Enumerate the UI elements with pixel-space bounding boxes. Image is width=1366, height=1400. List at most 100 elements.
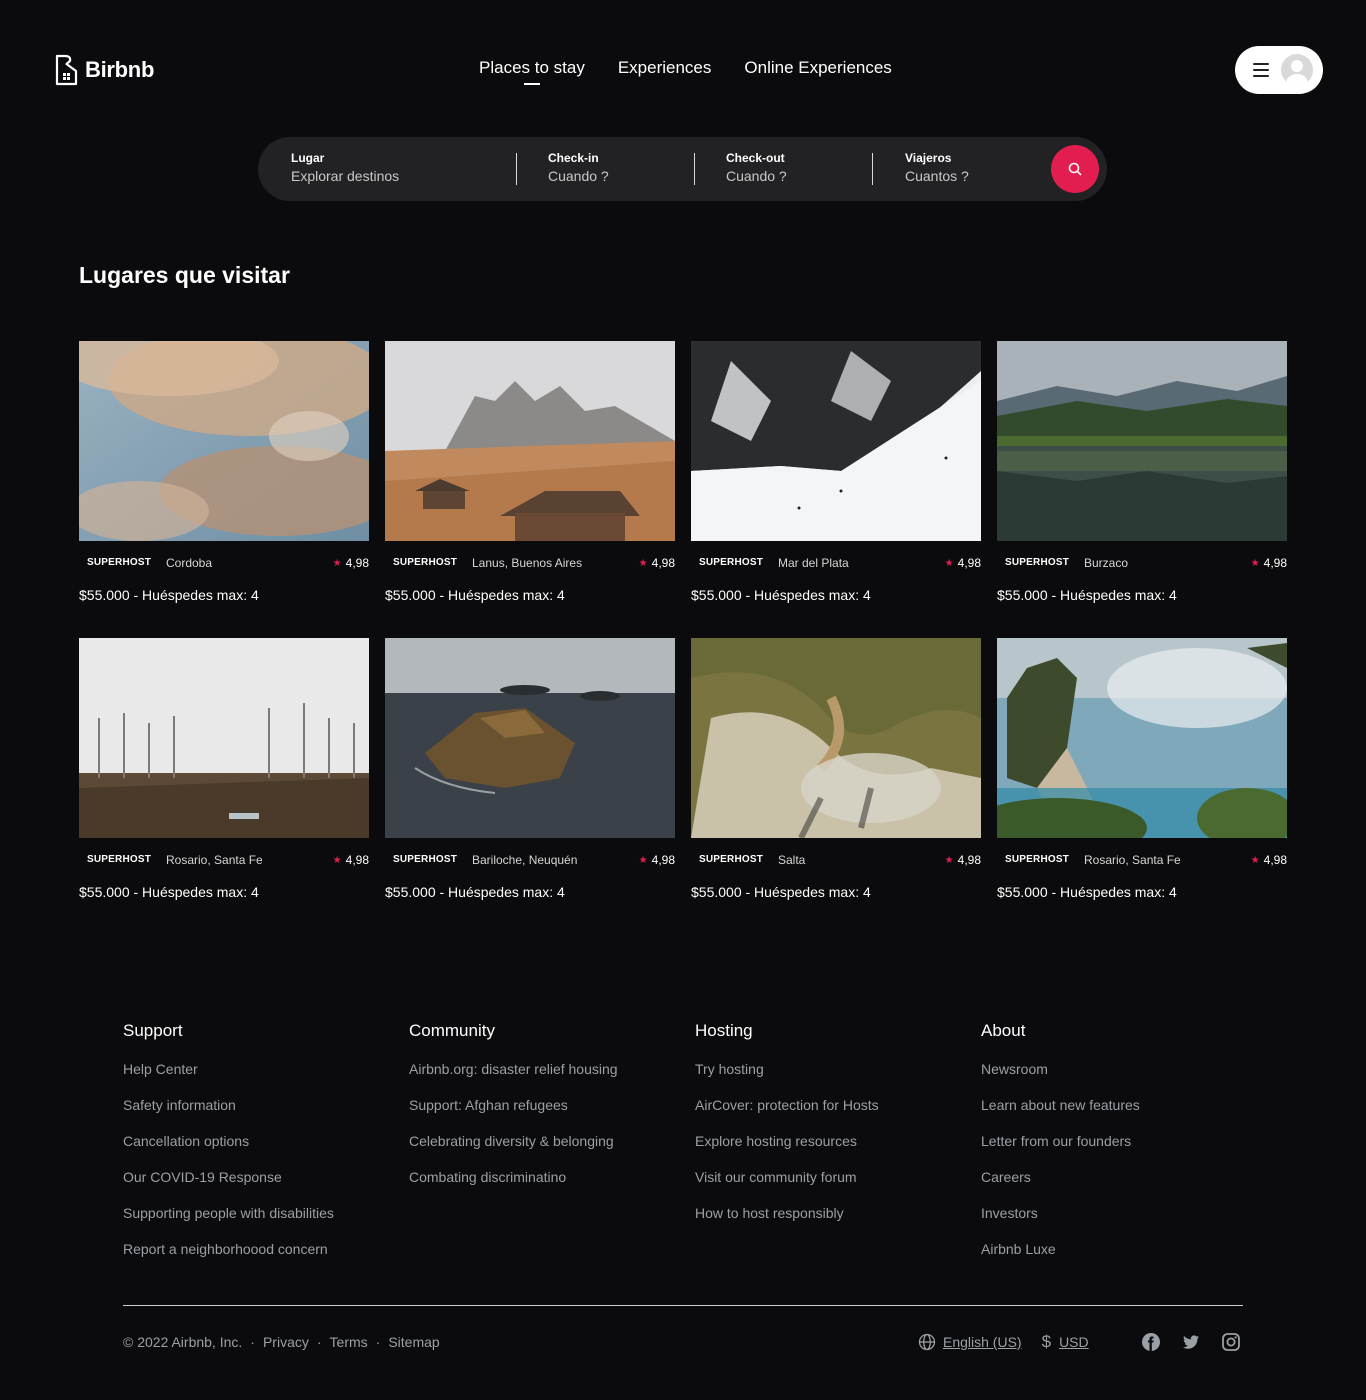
listing-rating: ★ 4,98 <box>1251 853 1287 867</box>
footer-link[interactable]: AirCover: protection for Hosts <box>695 1097 879 1113</box>
footer-link[interactable]: Our COVID-19 Response <box>123 1169 334 1185</box>
listing-price: $55.000 - Huéspedes max: 4 <box>691 884 871 900</box>
search-checkout-value: Cuando ? <box>726 168 787 184</box>
search-place-label: Lugar <box>291 151 325 165</box>
divider <box>516 153 517 185</box>
listing-photo <box>79 638 369 838</box>
footer-link[interactable]: How to host responsibly <box>695 1205 879 1221</box>
listing-photo <box>385 638 675 838</box>
footer-link[interactable]: Celebrating diversity & belonging <box>409 1133 618 1149</box>
footer-link[interactable]: Investors <box>981 1205 1140 1221</box>
footer-community: Community Airbnb.org: disaster relief ho… <box>409 1021 618 1205</box>
twitter-icon[interactable] <box>1181 1332 1201 1352</box>
rating-value: 4,98 <box>345 853 369 867</box>
listing-photo <box>691 638 981 838</box>
footer-link[interactable]: Supporting people with disabilities <box>123 1205 334 1221</box>
brand-name: Birbnb <box>85 57 155 82</box>
separator: · <box>250 1334 255 1350</box>
search-guests-field[interactable]: Viajeros Cuantos ? <box>905 151 969 184</box>
listing-card[interactable]: SUPERHOST Rosario, Santa Fe ★ 4,98 $55.00… <box>79 638 369 900</box>
listing-location: Mar del Plata <box>778 556 849 570</box>
search-checkin-label: Check-in <box>548 151 599 165</box>
listing-card[interactable]: SUPERHOST Salta ★ 4,98 $55.000 - Huéspede… <box>691 638 981 900</box>
search-checkout-field[interactable]: Check-out Cuando ? <box>726 151 787 184</box>
search-icon <box>1068 162 1082 176</box>
footer-link[interactable]: Learn about new features <box>981 1097 1140 1113</box>
footer-locale: English (US) $ USD <box>918 1332 1089 1352</box>
superhost-badge: SUPERHOST <box>1005 557 1070 568</box>
search-place-value: Explorar destinos <box>291 168 400 184</box>
logo[interactable]: Birbnb <box>54 53 154 87</box>
facebook-icon[interactable] <box>1141 1332 1161 1352</box>
nav-experiences[interactable]: Experiences <box>618 58 712 78</box>
footer-hosting: Hosting Try hosting AirCover: protection… <box>695 1021 879 1241</box>
footer-about: About Newsroom Learn about new features … <box>981 1021 1140 1277</box>
superhost-badge: SUPERHOST <box>699 557 764 568</box>
terms-link[interactable]: Terms <box>330 1334 368 1350</box>
globe-icon <box>918 1333 936 1351</box>
listing-price: $55.000 - Huéspedes max: 4 <box>691 587 871 603</box>
search-checkout-label: Check-out <box>726 151 785 165</box>
listing-price: $55.000 - Huéspedes max: 4 <box>79 884 259 900</box>
footer-link[interactable]: Airbnb.org: disaster relief housing <box>409 1061 618 1077</box>
footer-support: Support Help Center Safety information C… <box>123 1021 334 1277</box>
rating-value: 4,98 <box>957 853 981 867</box>
footer-link[interactable]: Report a neighborhoood concern <box>123 1241 334 1257</box>
footer-link[interactable]: Newsroom <box>981 1061 1140 1077</box>
footer-divider <box>123 1305 1243 1306</box>
footer-legal: © 2022 Airbnb, Inc. · Privacy · Terms · … <box>123 1334 440 1350</box>
footer-heading: Hosting <box>695 1021 753 1040</box>
search-guests-label: Viajeros <box>905 151 952 165</box>
search-guests-value: Cuantos ? <box>905 168 969 184</box>
search-checkin-field[interactable]: Check-in Cuando ? <box>548 151 609 184</box>
footer-link[interactable]: Airbnb Luxe <box>981 1241 1140 1257</box>
star-icon: ★ <box>332 854 342 866</box>
divider <box>872 153 873 185</box>
listing-rating: ★ 4,98 <box>945 853 981 867</box>
listing-card[interactable]: SUPERHOST Lanus, Buenos Aires ★ 4,98 $55.… <box>385 341 675 603</box>
footer-link[interactable]: Letter from our founders <box>981 1133 1140 1149</box>
footer-link[interactable]: Combating discriminatino <box>409 1169 618 1185</box>
main-nav: Places to stay Experiences Online Experi… <box>479 58 892 85</box>
nav-online-experiences[interactable]: Online Experiences <box>744 58 891 78</box>
instagram-icon[interactable] <box>1221 1332 1241 1352</box>
listing-card[interactable]: SUPERHOST Rosario, Santa Fe ★ 4,98 $55.00… <box>997 638 1287 900</box>
listing-card[interactable]: SUPERHOST Burzaco ★ 4,98 $55.000 - Huéspe… <box>997 341 1287 603</box>
footer-link[interactable]: Support: Afghan refugees <box>409 1097 618 1113</box>
footer-link[interactable]: Explore hosting resources <box>695 1133 879 1149</box>
star-icon: ★ <box>944 854 954 866</box>
rating-value: 4,98 <box>1263 556 1287 570</box>
star-icon: ★ <box>944 557 954 569</box>
superhost-badge: SUPERHOST <box>699 854 764 865</box>
star-icon: ★ <box>638 854 648 866</box>
listing-location: Rosario, Santa Fe <box>166 853 263 867</box>
listing-photo <box>691 341 981 541</box>
superhost-badge: SUPERHOST <box>393 557 458 568</box>
footer-link[interactable]: Try hosting <box>695 1061 879 1077</box>
listing-price: $55.000 - Huéspedes max: 4 <box>385 884 565 900</box>
privacy-link[interactable]: Privacy <box>263 1334 309 1350</box>
footer-link[interactable]: Careers <box>981 1169 1140 1185</box>
listing-rating: ★ 4,98 <box>333 853 369 867</box>
language-selector[interactable]: English (US) <box>943 1334 1022 1350</box>
search-button[interactable] <box>1051 145 1099 193</box>
listing-card[interactable]: SUPERHOST Cordoba ★ 4,98 $55.000 - Huéspe… <box>79 341 369 603</box>
listing-card[interactable]: SUPERHOST Mar del Plata ★ 4,98 $55.000 - … <box>691 341 981 603</box>
listing-price: $55.000 - Huéspedes max: 4 <box>997 587 1177 603</box>
listing-location: Burzaco <box>1084 556 1129 570</box>
footer-link[interactable]: Safety information <box>123 1097 334 1113</box>
footer-link[interactable]: Cancellation options <box>123 1133 334 1149</box>
home-logo-icon <box>55 54 78 86</box>
listing-card[interactable]: SUPERHOST Bariloche, Neuquén ★ 4,98 $55.0… <box>385 638 675 900</box>
currency-selector[interactable]: USD <box>1059 1334 1089 1350</box>
footer-link[interactable]: Help Center <box>123 1061 334 1077</box>
listing-location: Rosario, Santa Fe <box>1084 853 1181 867</box>
listing-location: Cordoba <box>166 556 213 570</box>
nav-places-to-stay[interactable]: Places to stay <box>479 58 585 85</box>
user-menu-button[interactable] <box>1235 46 1323 94</box>
footer-link[interactable]: Visit our community forum <box>695 1169 879 1185</box>
sitemap-link[interactable]: Sitemap <box>388 1334 439 1350</box>
search-place-field[interactable]: Lugar Explorar destinos <box>291 151 399 184</box>
listing-photo <box>997 341 1287 541</box>
star-icon: ★ <box>638 557 648 569</box>
